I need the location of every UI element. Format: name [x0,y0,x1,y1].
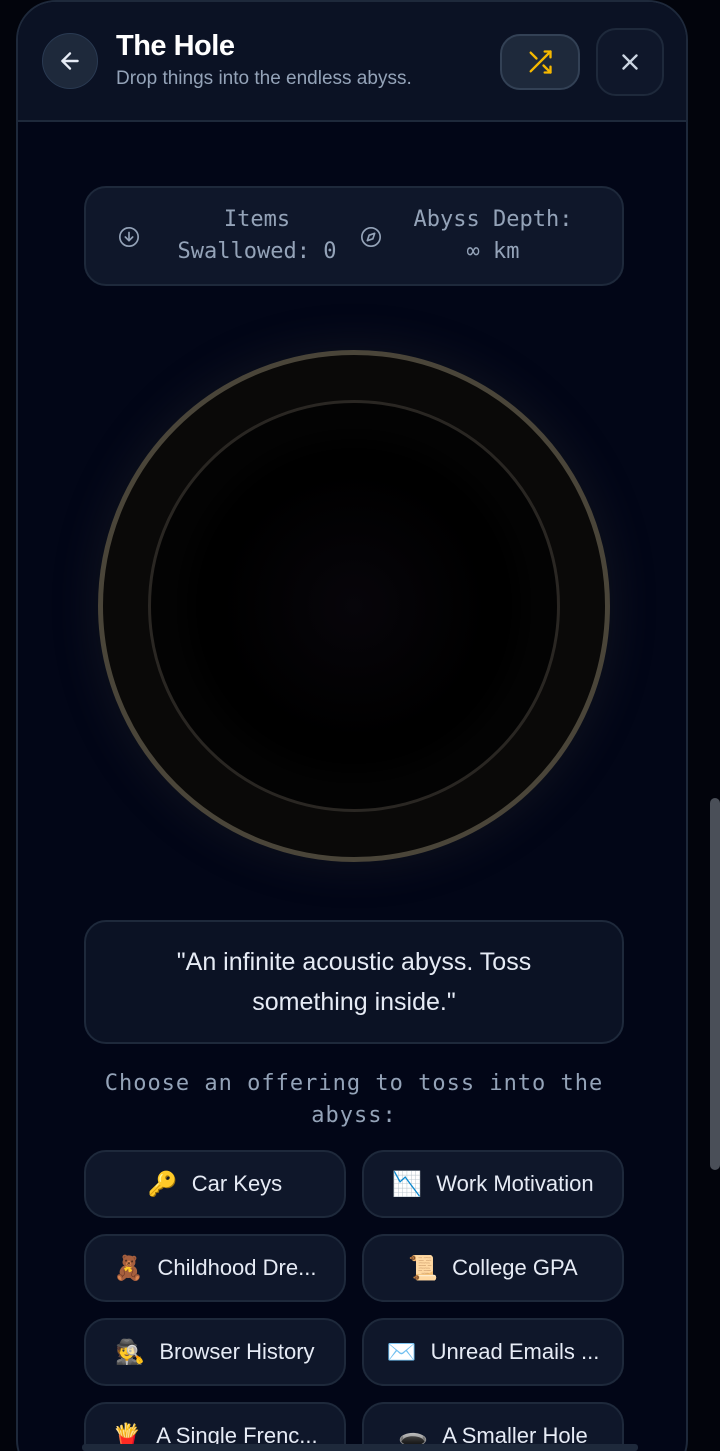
abyss-quote: "An infinite acoustic abyss. Toss someth… [84,920,624,1044]
app-panel: The Hole Drop things into the endless ab… [16,0,688,1451]
items-swallowed-stat: Items Swallowed: 0 [162,204,352,268]
stats-bar: Items Swallowed: 0 Abyss Depth: ∞ km [84,186,624,286]
offering-prompt: Choose an offering to toss into the abys… [104,1071,604,1128]
offering-label: Unread Emails ... [430,1339,600,1364]
envelope-icon: ✉️ [386,1338,417,1366]
shuffle-icon [529,50,552,74]
offering-button-work-motivation[interactable]: 📉 Work Motivation [362,1150,624,1218]
offering-button-childhood-dreams[interactable]: 🧸 Childhood Dre... [84,1234,346,1302]
items-swallowed-value: Swallowed: 0 [177,239,337,264]
abyss-hole[interactable] [98,350,610,862]
chart-decreasing-icon: 📉 [392,1170,423,1198]
key-icon: 🔑 [147,1170,178,1198]
offering-button-browser-history[interactable]: 🕵️ Browser History [84,1318,346,1386]
offering-button-college-gpa[interactable]: 📜 College GPA [362,1234,624,1302]
offering-label: Browser History [159,1339,315,1364]
abyss-depth-stat: Abyss Depth: ∞ km [400,204,586,268]
shuffle-button[interactable] [500,34,580,90]
offering-label: Work Motivation [436,1171,594,1196]
scrollbar[interactable] [710,798,720,1170]
offering-button-unread-emails[interactable]: ✉️ Unread Emails ... [362,1318,624,1386]
offering-label: College GPA [452,1255,578,1280]
page-subtitle: Drop things into the endless abyss. [116,68,412,89]
compass-icon [361,227,381,247]
offering-button-car-keys[interactable]: 🔑 Car Keys [84,1150,346,1218]
offering-label: Car Keys [191,1171,283,1196]
teddy-bear-icon: 🧸 [113,1254,144,1282]
detective-icon: 🕵️ [115,1338,146,1366]
close-button[interactable] [596,28,664,96]
offering-label: Childhood Dre... [157,1255,317,1280]
close-icon [622,54,638,70]
bottom-edge [82,1444,638,1451]
scroll-icon: 📜 [408,1254,439,1282]
abyss-depth-label: Abyss Depth: [413,207,573,232]
header: The Hole Drop things into the endless ab… [18,2,686,122]
page-title: The Hole [116,30,235,62]
arrow-left-icon [61,52,79,70]
items-swallowed-label: Items [223,207,291,232]
arrow-down-circle-icon [119,227,139,247]
abyss-depth-value: ∞ km [466,239,520,264]
abyss-hole-center [196,448,512,764]
back-button[interactable] [42,33,98,89]
abyss-hole-ring [148,400,560,812]
